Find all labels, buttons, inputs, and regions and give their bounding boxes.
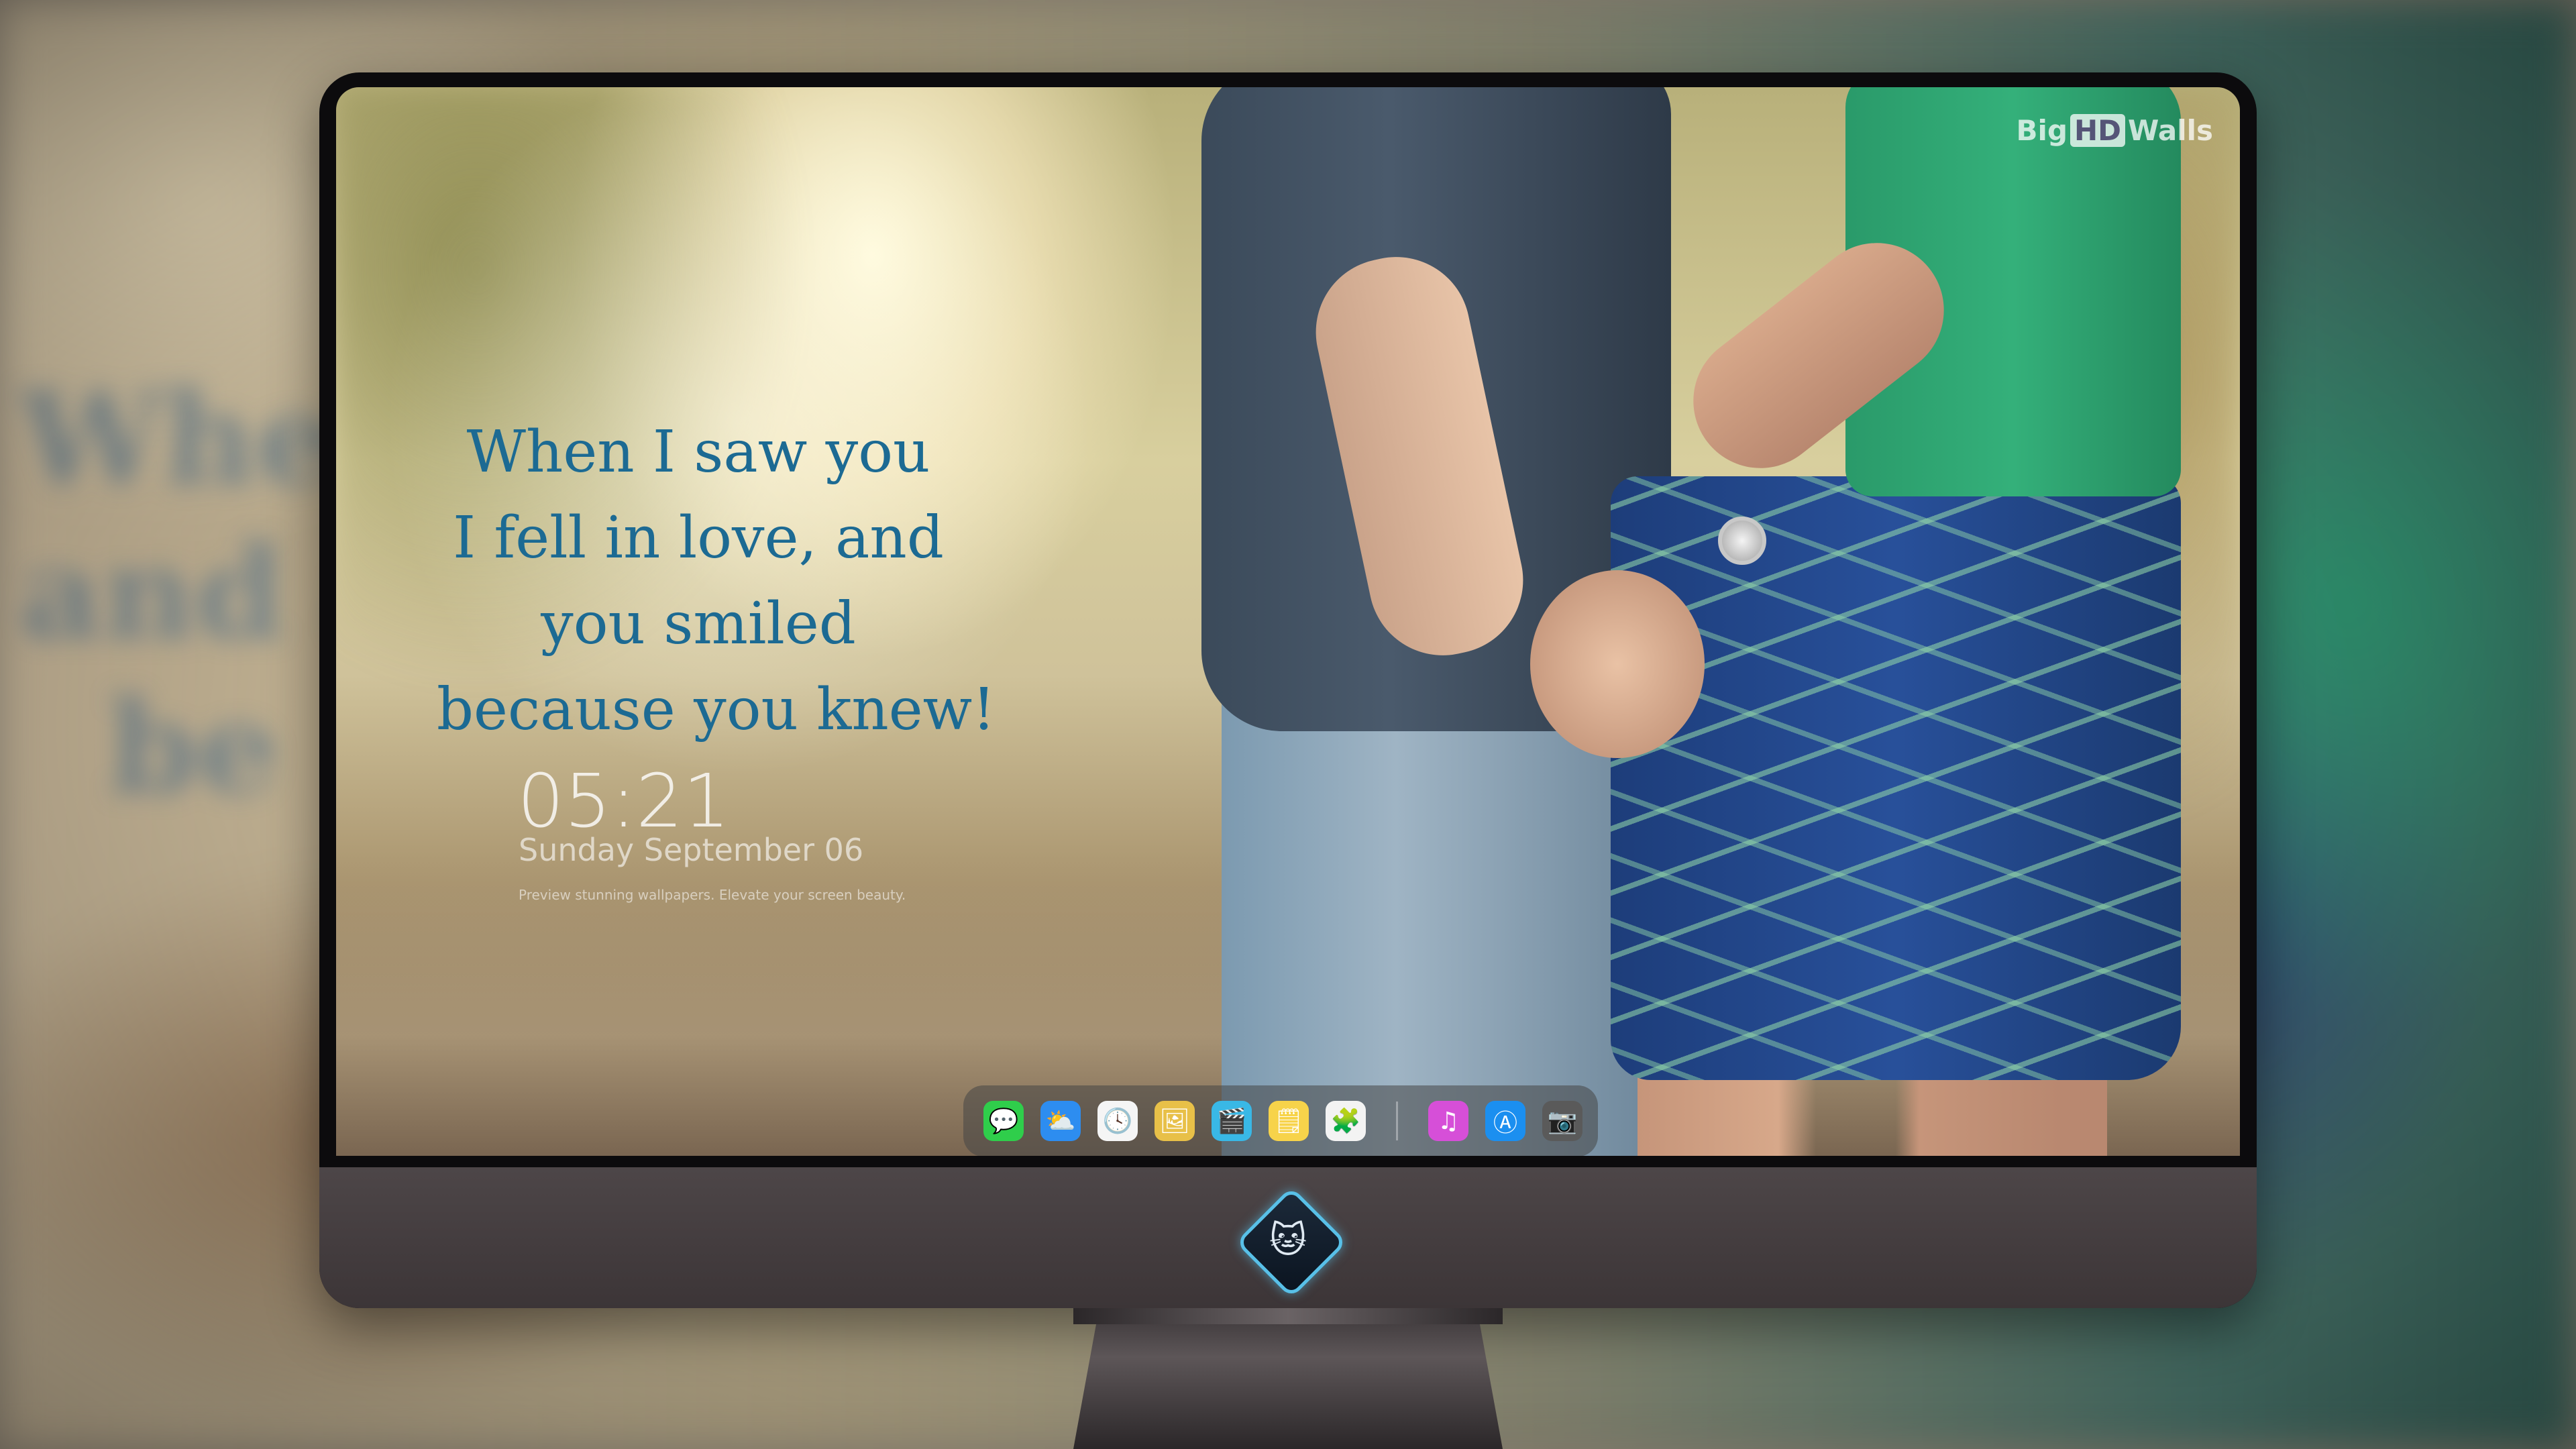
photo-grid-icon[interactable]: 🧩 — [1326, 1101, 1366, 1141]
quote-line: I fell in love, and — [453, 504, 944, 572]
clapperboard-icon[interactable]: 🎬 — [1212, 1101, 1252, 1141]
weather-cloud-icon[interactable]: ⛅ — [1040, 1101, 1081, 1141]
quote-line: When I saw you — [466, 419, 930, 486]
dock-separator — [1396, 1102, 1398, 1140]
preview-icon[interactable]: 🖼 — [1155, 1101, 1195, 1141]
watch-icon — [1718, 517, 1766, 565]
desktop-screen: Big HD Walls When I saw you I fell in love… — [336, 87, 2240, 1156]
notes-icon[interactable]: 🗒 — [1269, 1101, 1309, 1141]
wallpaper-tagline: Preview stunning wallpapers. Elevate you… — [519, 887, 906, 903]
watermark-prefix: Big — [2016, 114, 2068, 147]
wallpaper-quote: When I saw you I fell in love, and you s… — [437, 409, 996, 753]
dock: 💬 ⛅ 🕓 🖼 🎬 🗒 🧩 ♫ Ⓐ 📷 — [963, 1085, 1598, 1156]
watermark-badge: HD — [2070, 114, 2126, 147]
music-note-icon[interactable]: ♫ — [1428, 1101, 1468, 1141]
camera-icon[interactable]: 📷 — [1542, 1101, 1582, 1141]
clock-date: Sunday September 06 — [519, 832, 864, 868]
message-bubble-icon[interactable]: 💬 — [983, 1101, 1024, 1141]
wallpaper-watermark: Big HD Walls — [2017, 114, 2213, 147]
monitor-stand-neck — [1073, 1308, 1503, 1324]
clock-time: 05:21 — [517, 758, 731, 844]
wallpaper-holding-hands — [1530, 570, 1705, 758]
brand-mascot-icon: 🐱 — [1269, 1218, 1307, 1261]
monitor-stand — [1073, 1308, 1503, 1449]
quote-line: because you knew! — [437, 676, 996, 743]
quote-line: you smiled — [541, 590, 856, 657]
watermark-suffix: Walls — [2128, 114, 2213, 147]
app-store-icon[interactable]: Ⓐ — [1485, 1101, 1525, 1141]
clock-icon[interactable]: 🕓 — [1097, 1101, 1138, 1141]
monitor: Big HD Walls When I saw you I fell in love… — [319, 72, 2257, 1308]
wallpaper-woman-dress — [1611, 476, 2181, 1080]
